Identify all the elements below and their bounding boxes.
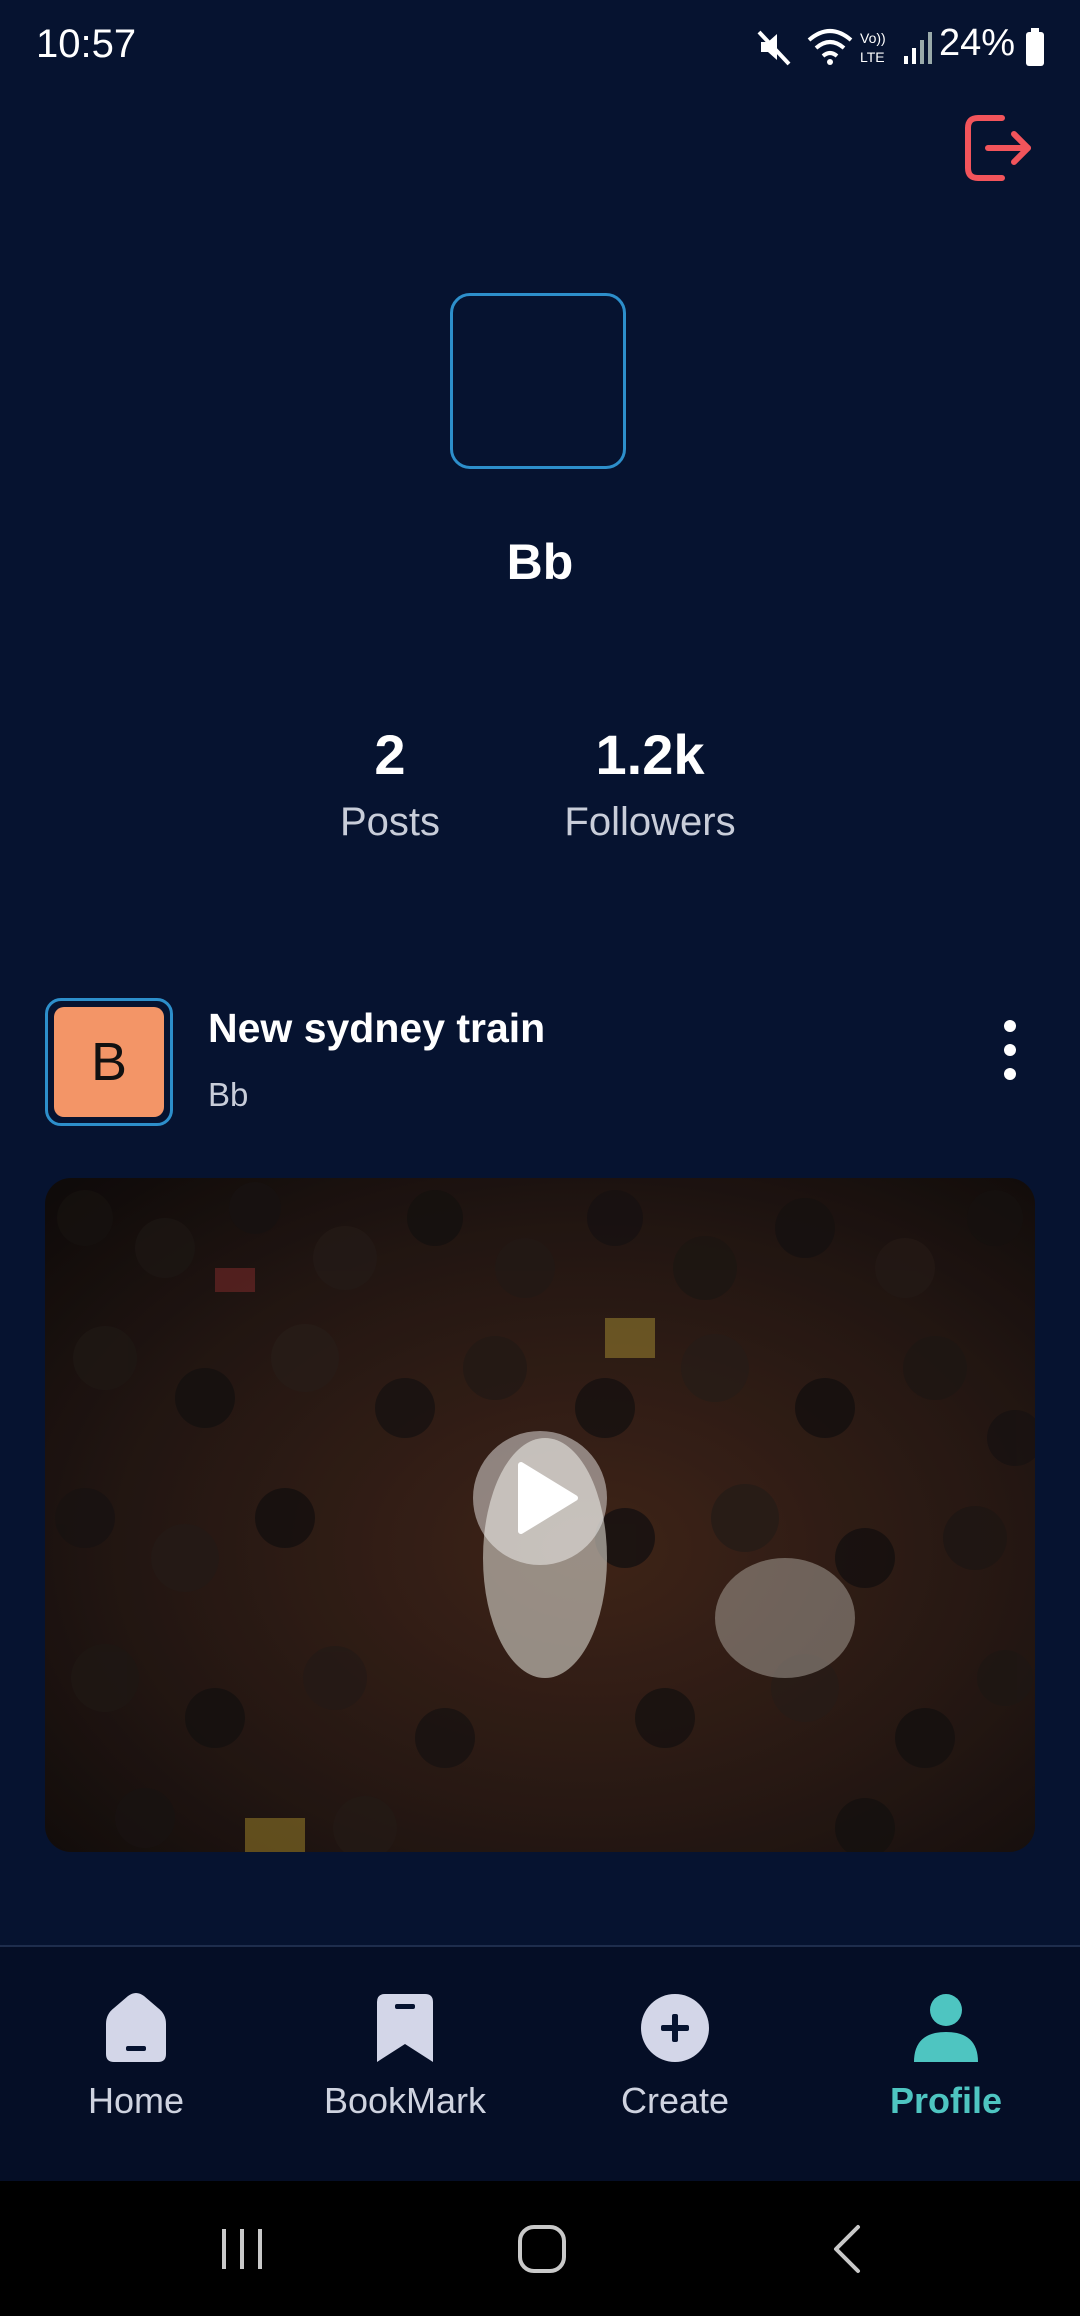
followers-label[interactable]: Followers xyxy=(530,800,770,845)
logout-icon[interactable] xyxy=(958,108,1038,188)
nav-create-label: Create xyxy=(620,2080,730,2121)
svg-text:LTE: LTE xyxy=(860,49,885,65)
status-time: 10:57 xyxy=(36,22,137,66)
nav-profile[interactable]: Profile xyxy=(826,1990,1066,2122)
plus-circle-icon xyxy=(641,1994,709,2062)
nav-profile-label: Profile xyxy=(889,2080,1003,2121)
recent-apps-icon[interactable] xyxy=(214,2221,270,2277)
post-title[interactable]: New sydney train xyxy=(208,1005,545,1052)
play-icon[interactable] xyxy=(473,1431,607,1565)
bookmark-icon xyxy=(377,1994,433,2062)
home-system-icon[interactable] xyxy=(512,2219,572,2279)
post-author[interactable]: Bb xyxy=(208,1076,248,1114)
battery-icon xyxy=(1026,28,1044,66)
user-icon xyxy=(914,1994,978,2062)
nav-bookmark[interactable]: BookMark xyxy=(285,1990,525,2122)
svg-text:Vo)): Vo)) xyxy=(860,30,886,46)
profile-username: Bb xyxy=(506,534,574,590)
system-navigation-bar xyxy=(0,2181,1080,2316)
mute-icon xyxy=(757,30,791,66)
followers-count[interactable]: 1.2k xyxy=(530,722,770,787)
post-avatar-letter: B xyxy=(54,1007,164,1117)
nav-create[interactable]: Create xyxy=(555,1990,795,2122)
battery-percentage: 24% xyxy=(938,22,1015,64)
signal-icon xyxy=(904,32,932,64)
nav-home[interactable]: Home xyxy=(16,1990,256,2122)
volte-icon: Vo)) LTE xyxy=(860,30,886,65)
home-icon xyxy=(106,1993,166,2062)
wifi-icon xyxy=(807,29,853,65)
post-author-avatar[interactable]: B xyxy=(45,998,173,1126)
more-options-icon[interactable] xyxy=(985,1018,1035,1082)
posts-label: Posts xyxy=(339,800,441,844)
nav-bookmark-label: BookMark xyxy=(323,2080,487,2121)
profile-avatar[interactable] xyxy=(450,293,626,469)
nav-home-label: Home xyxy=(87,2080,185,2121)
posts-count: 2 xyxy=(374,723,406,786)
back-icon[interactable] xyxy=(820,2221,876,2277)
